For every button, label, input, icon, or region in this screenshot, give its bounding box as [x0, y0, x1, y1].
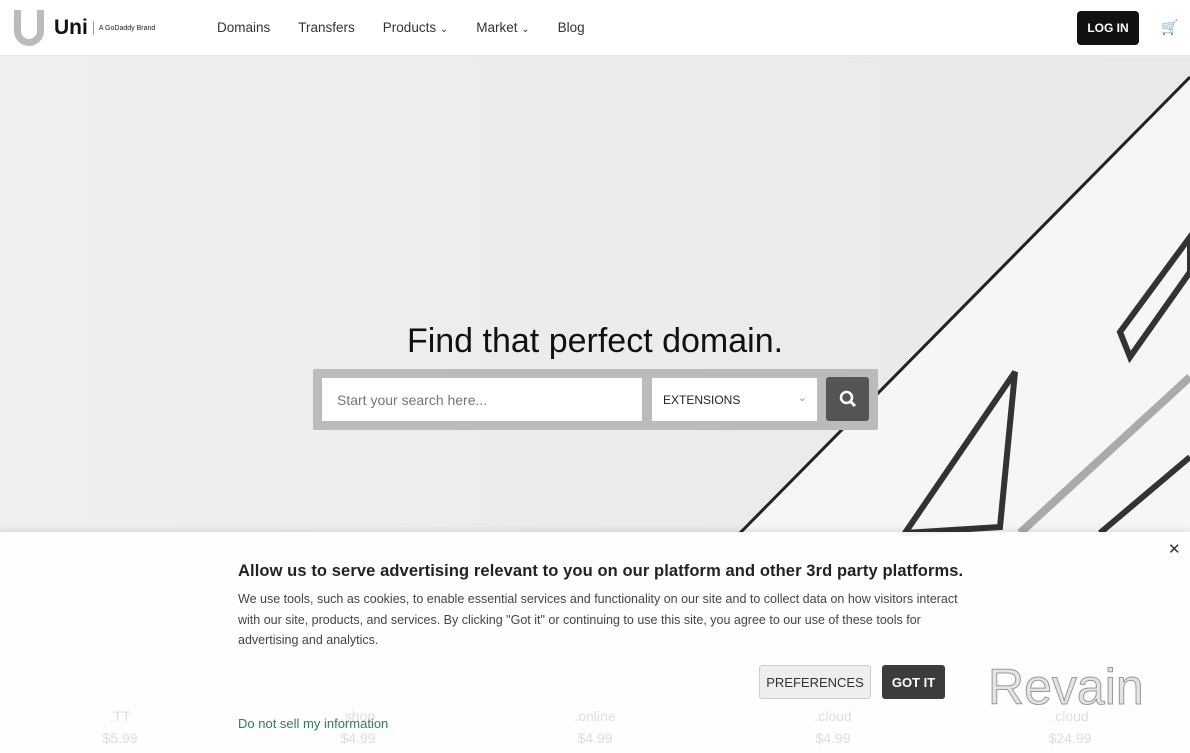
- tld-item: .TT $5.99: [80, 708, 160, 746]
- uni-logo-icon: [14, 10, 44, 46]
- tld-price: $5.99: [102, 730, 138, 746]
- tld-name: .cloud: [814, 708, 852, 724]
- search-button[interactable]: [826, 377, 869, 421]
- tld-price: $4.99: [577, 730, 613, 746]
- cart-icon[interactable]: 🛒: [1161, 19, 1178, 36]
- cookie-body: We use tools, such as cookies, to enable…: [238, 592, 958, 647]
- nav-market[interactable]: Market ⌄: [476, 20, 529, 35]
- login-button[interactable]: LOG IN: [1077, 11, 1139, 45]
- close-icon[interactable]: ✕: [1168, 540, 1181, 558]
- logo[interactable]: Uni A GoDaddy Brand: [14, 10, 155, 46]
- brand-tagline: A GoDaddy Brand: [98, 24, 156, 32]
- nav-transfers[interactable]: Transfers: [298, 20, 355, 35]
- cookie-banner: .TT $5.99 .shop $4.99 .online $4.99 .cloud $…: [0, 532, 1190, 753]
- tld-price: $24.99: [1048, 730, 1092, 746]
- extensions-select[interactable]: EXTENSIONS ⌄: [652, 378, 817, 421]
- nav-domains[interactable]: Domains: [217, 20, 270, 35]
- tld-item: .cloud $4.99: [793, 708, 873, 746]
- tld-price: $4.99: [815, 730, 851, 746]
- logo-text: Uni: [54, 16, 88, 39]
- cookie-title: Allow us to serve advertising relevant t…: [238, 562, 964, 580]
- domain-search-bar: EXTENSIONS ⌄: [313, 369, 878, 430]
- preferences-button[interactable]: PREFERENCES: [759, 665, 871, 699]
- got-it-button[interactable]: GOT IT: [882, 665, 945, 699]
- search-icon: [839, 390, 856, 408]
- domain-search-input[interactable]: [322, 378, 642, 421]
- top-navbar: Uni A GoDaddy Brand Domains Transfers Pr…: [0, 0, 1190, 56]
- tld-name: .TT: [109, 708, 131, 724]
- hero-title: Find that perfect domain.: [406, 322, 784, 360]
- tld-price: $4.99: [340, 730, 376, 746]
- tld-item: .online $4.99: [555, 708, 635, 746]
- extensions-select-value: EXTENSIONS: [663, 393, 741, 407]
- do-not-sell-link[interactable]: Do not sell my information: [238, 716, 388, 731]
- main-menu: Domains Transfers Products ⌄ Market ⌄ Bl…: [217, 20, 585, 35]
- chevron-down-icon: ⌄: [439, 24, 449, 35]
- nav-products-label: Products: [382, 20, 437, 35]
- logo-divider: [92, 21, 94, 35]
- nav-blog[interactable]: Blog: [558, 20, 585, 35]
- revain-watermark: Revain: [988, 659, 1145, 716]
- nav-products[interactable]: Products ⌄: [383, 20, 448, 35]
- chevron-down-icon: ⌄: [797, 392, 807, 404]
- tld-name: .online: [574, 708, 616, 724]
- chevron-down-icon: ⌄: [521, 24, 530, 35]
- nav-market-label: Market: [476, 20, 518, 35]
